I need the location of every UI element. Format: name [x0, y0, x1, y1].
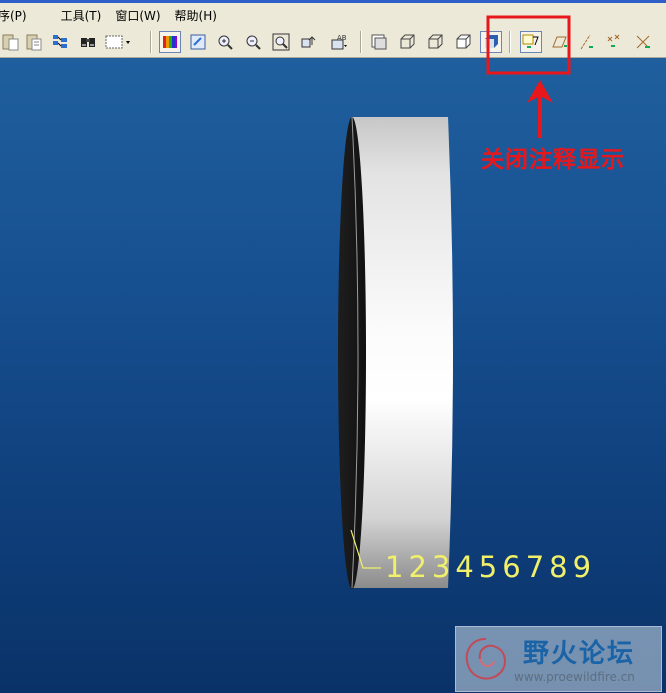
- forum-logo-icon: [465, 638, 506, 680]
- highlight-box: [486, 15, 571, 75]
- callout-highlight: [486, 15, 571, 138]
- cylinder-model[interactable]: [330, 113, 470, 598]
- annotation-text[interactable]: 123456789: [385, 550, 596, 584]
- watermark: 野火论坛 www.proewildfire.cn: [455, 626, 662, 692]
- watermark-title: 野火论坛: [523, 639, 636, 669]
- watermark-url: www.proewildfire.cn: [514, 670, 635, 684]
